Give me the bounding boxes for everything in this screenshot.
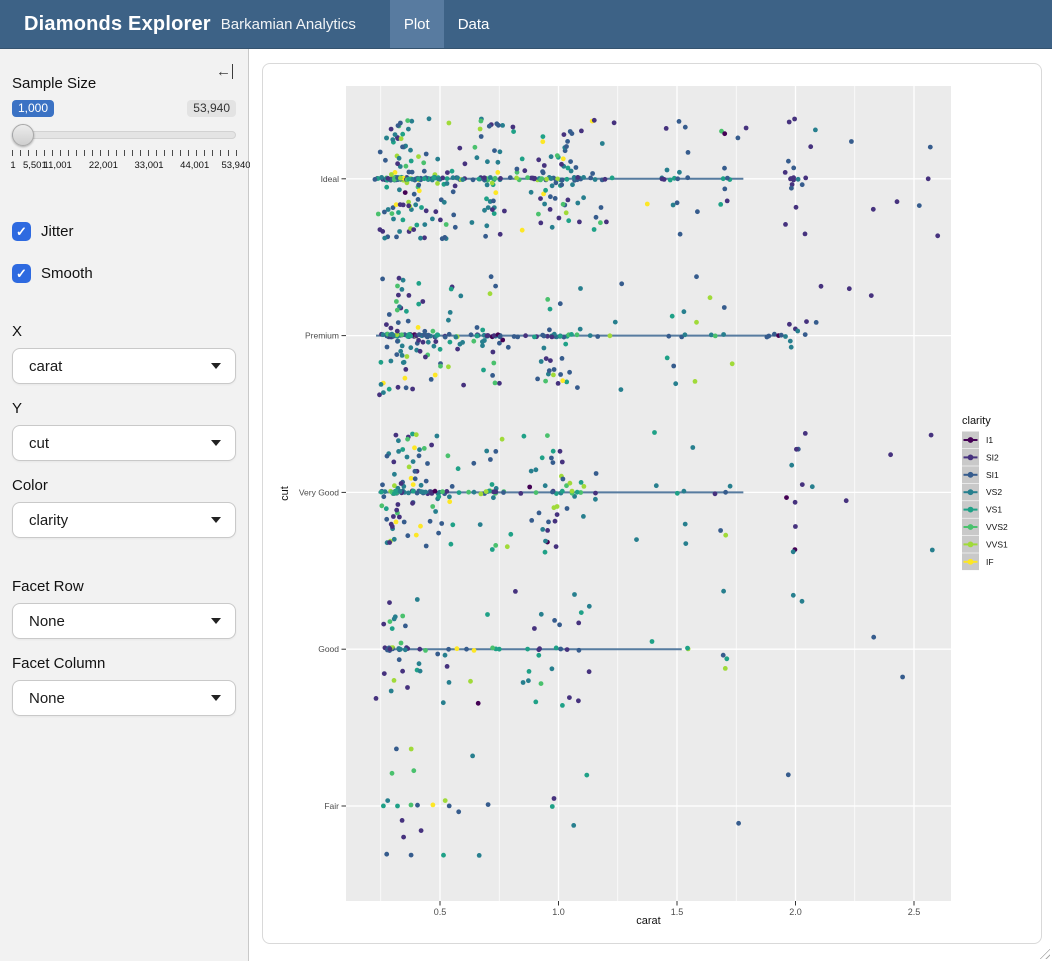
slider-tick-label: 1 <box>10 160 15 171</box>
svg-text:SI2: SI2 <box>986 452 999 462</box>
chevron-down-icon <box>211 517 221 523</box>
chevron-down-icon <box>211 618 221 624</box>
select-facet-column[interactable]: None <box>12 680 236 716</box>
slider-ruler <box>12 150 236 157</box>
sample-size-slider[interactable] <box>12 124 236 146</box>
checkbox-jitter-label: Jitter <box>41 223 74 240</box>
chevron-down-icon <box>211 363 221 369</box>
sidebar: ← Sample Size 1,000 53,940 15,50111,0012… <box>0 49 249 961</box>
tab-data[interactable]: Data <box>444 0 504 48</box>
app-subtitle: Barkamian Analytics <box>221 16 356 33</box>
select-y-label: Y <box>12 400 236 417</box>
svg-text:VS2: VS2 <box>986 487 1002 497</box>
select-color-value: clarity <box>29 512 68 529</box>
chevron-down-icon <box>211 440 221 446</box>
slider-tick-label: 22,001 <box>89 160 118 171</box>
checkbox-smooth[interactable]: ✓ Smooth <box>12 264 236 283</box>
slider-ruler-labels: 15,50111,00122,00133,00144,00153,940 <box>12 160 236 172</box>
slider-tick-label: 44,001 <box>180 160 209 171</box>
svg-text:IF: IF <box>986 557 994 567</box>
select-y[interactable]: cut <box>12 425 236 461</box>
legend: clarity I1 SI2 SI1 VS2 VS1 VVS2 VVS1 IF <box>962 415 1008 570</box>
checkbox-jitter-box[interactable]: ✓ <box>12 222 31 241</box>
svg-text:Good: Good <box>318 644 339 654</box>
x-axis-title: carat <box>636 915 660 927</box>
collapse-sidebar-icon-bar <box>232 64 233 79</box>
select-x[interactable]: carat <box>12 348 236 384</box>
svg-text:SI1: SI1 <box>986 470 999 480</box>
svg-text:Very Good: Very Good <box>299 487 339 497</box>
app-title: Diamonds Explorer <box>24 13 211 36</box>
slider-tick-label: 11,001 <box>43 160 71 171</box>
select-facet-column-value: None <box>29 690 65 707</box>
checkbox-smooth-label: Smooth <box>41 265 93 282</box>
sample-size-label: Sample Size <box>12 75 236 92</box>
navbar-brand: Diamonds Explorer Barkamian Analytics <box>0 0 356 48</box>
diamonds-plot: 0.5 1.0 1.5 2.0 2.5 Fair Good Very Good Premium I… <box>263 64 1041 943</box>
check-icon: ✓ <box>16 266 27 282</box>
slider-handle[interactable] <box>12 124 34 146</box>
svg-text:2.5: 2.5 <box>908 907 921 917</box>
chevron-down-icon <box>211 695 221 701</box>
navbar: Diamonds Explorer Barkamian Analytics Pl… <box>0 0 1052 49</box>
select-facet-column-label: Facet Column <box>12 655 236 672</box>
y-axis-title: cut <box>279 486 291 501</box>
plot-card: 0.5 1.0 1.5 2.0 2.5 Fair Good Very Good Premium I… <box>262 63 1042 944</box>
select-color-label: Color <box>12 477 236 494</box>
svg-text:VVS2: VVS2 <box>986 522 1008 532</box>
check-icon: ✓ <box>16 224 27 240</box>
svg-text:1.0: 1.0 <box>552 907 565 917</box>
svg-text:VVS1: VVS1 <box>986 539 1008 549</box>
tab-plot[interactable]: Plot <box>390 0 444 48</box>
slider-value-badge: 1,000 <box>12 100 54 117</box>
select-y-value: cut <box>29 435 49 452</box>
svg-text:1.5: 1.5 <box>671 907 684 917</box>
select-facet-row[interactable]: None <box>12 603 236 639</box>
svg-text:Fair: Fair <box>324 801 339 811</box>
legend-title: clarity <box>962 415 991 427</box>
select-x-label: X <box>12 323 236 340</box>
svg-text:VS1: VS1 <box>986 505 1002 515</box>
checkbox-jitter[interactable]: ✓ Jitter <box>12 222 236 241</box>
svg-text:2.0: 2.0 <box>789 907 802 917</box>
svg-text:Premium: Premium <box>305 331 339 341</box>
nav-tabs: Plot Data <box>390 0 504 48</box>
slider-tick-label: 33,001 <box>135 160 164 171</box>
resize-handle-icon[interactable] <box>1037 946 1050 959</box>
slider-track[interactable] <box>12 131 236 139</box>
select-facet-row-label: Facet Row <box>12 578 236 595</box>
checkbox-smooth-box[interactable]: ✓ <box>12 264 31 283</box>
svg-text:I1: I1 <box>986 435 993 445</box>
select-facet-row-value: None <box>29 613 65 630</box>
collapse-sidebar-button[interactable]: ← <box>216 63 233 80</box>
svg-text:Ideal: Ideal <box>321 174 340 184</box>
collapse-sidebar-icon: ← <box>216 63 231 80</box>
main-content: 0.5 1.0 1.5 2.0 2.5 Fair Good Very Good Premium I… <box>250 49 1052 961</box>
select-color[interactable]: clarity <box>12 502 236 538</box>
svg-text:0.5: 0.5 <box>434 907 447 917</box>
select-x-value: carat <box>29 358 62 375</box>
slider-tick-label: 53,940 <box>221 160 250 171</box>
slider-max-badge: 53,940 <box>187 100 236 117</box>
